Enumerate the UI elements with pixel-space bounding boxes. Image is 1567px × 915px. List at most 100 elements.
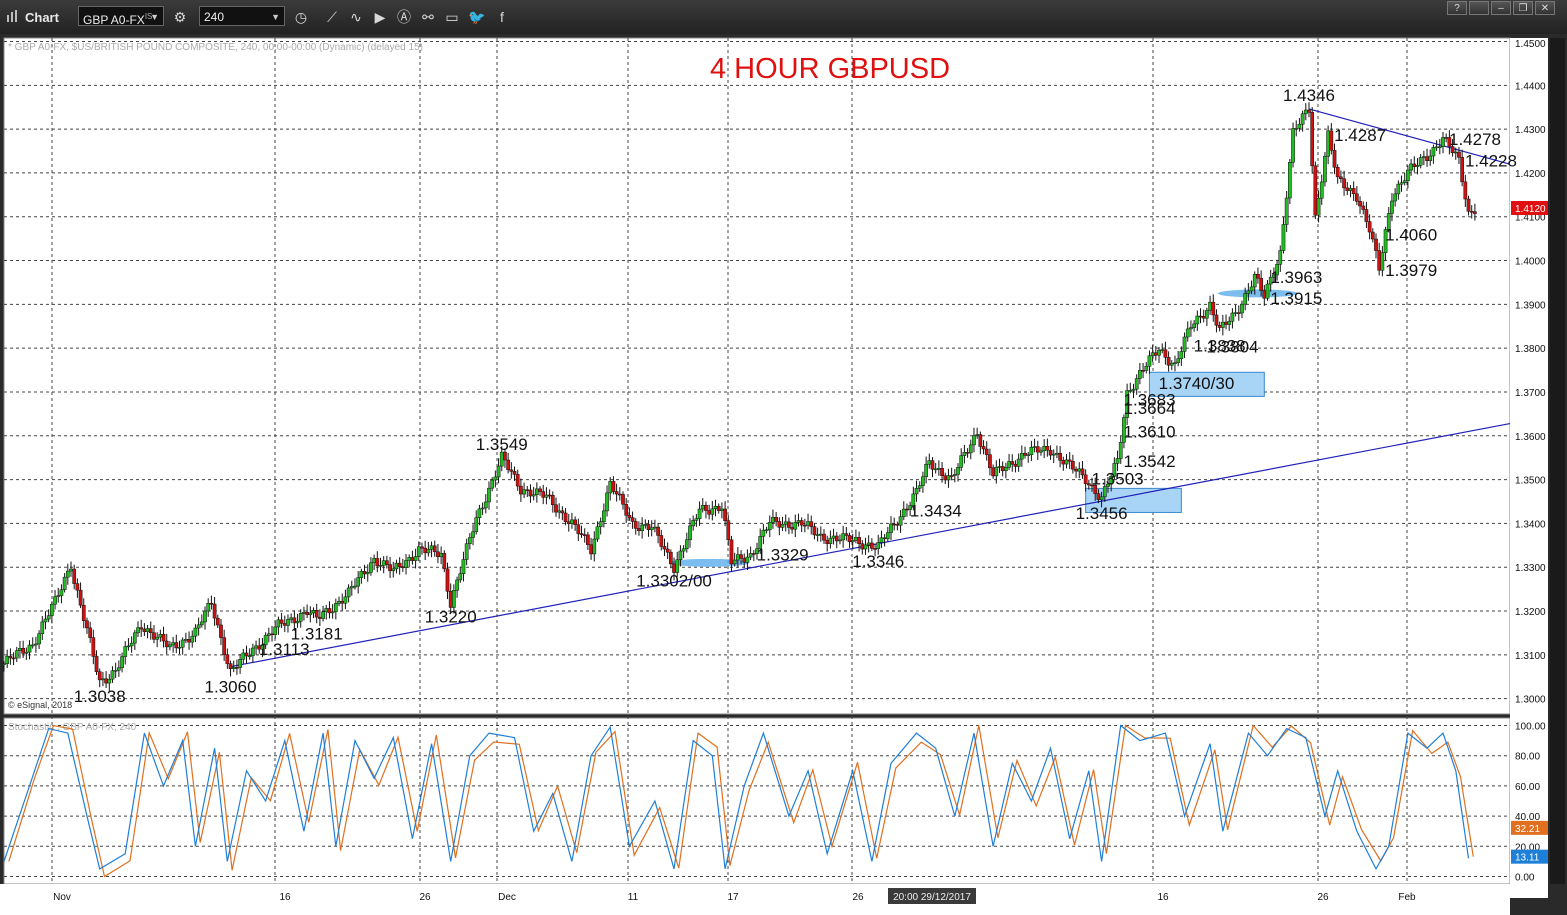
price-annotation: 1.4287: [1334, 126, 1386, 145]
candle-body: [665, 548, 670, 553]
candle-body: [739, 554, 743, 559]
candle-body: [962, 452, 967, 456]
candle-body: [1422, 156, 1426, 158]
y-tick-label: 1.3900: [1515, 300, 1546, 311]
candle-body: [943, 475, 948, 481]
candle-body: [866, 542, 871, 546]
play-icon[interactable]: ▶: [370, 7, 390, 27]
x-crosshair-tooltip: 20:00 29/12/2017: [893, 892, 971, 903]
clock-icon[interactable]: ◷: [291, 7, 311, 27]
candle-body: [136, 627, 140, 634]
candle-body: [1364, 209, 1369, 222]
candle-body: [1469, 211, 1474, 213]
candle-body: [282, 623, 287, 626]
blank-button[interactable]: [1469, 1, 1489, 15]
candle-body: [215, 617, 220, 626]
link-icon[interactable]: ⚯: [418, 7, 438, 27]
candle-body: [707, 510, 711, 515]
minimize-button[interactable]: –: [1491, 1, 1511, 15]
candle-body: [448, 591, 453, 608]
candle-body: [777, 521, 782, 528]
alert-icon[interactable]: Ⓐ: [394, 7, 414, 27]
draw-line-icon[interactable]: ⟋: [322, 7, 342, 27]
candle-body: [333, 603, 338, 613]
y-tick-label: 1.3100: [1515, 651, 1546, 662]
candle-body: [838, 539, 842, 542]
candle-body: [59, 589, 64, 596]
candle-body: [324, 608, 329, 613]
help-button[interactable]: ?: [1447, 1, 1467, 15]
candle-body: [1201, 316, 1206, 319]
interval-select[interactable]: 240 ▼: [199, 6, 285, 26]
candle-body: [1189, 327, 1193, 330]
close-button[interactable]: ✕: [1535, 1, 1555, 15]
candle-body: [429, 545, 434, 550]
candle-body: [1460, 157, 1464, 183]
candle-body: [1007, 461, 1011, 468]
chevron-down-icon[interactable]: ▼: [150, 7, 159, 27]
candle-body: [1077, 468, 1082, 472]
candle-body: [534, 488, 539, 496]
candle-body: [975, 434, 980, 436]
candle-body: [158, 634, 163, 638]
candle-body: [643, 524, 648, 526]
candle-body: [180, 639, 185, 648]
candle-body: [8, 655, 13, 659]
candle-body: [1300, 113, 1305, 125]
squiggle-icon[interactable]: ∿: [346, 7, 366, 27]
stochastic-tick-label: 80.00: [1515, 752, 1540, 763]
candle-body: [761, 529, 766, 537]
candle-body: [681, 548, 686, 552]
twitter-icon[interactable]: 🐦: [467, 7, 487, 27]
candle-body: [624, 504, 629, 516]
x-tick-label: 26: [852, 892, 864, 903]
candle-body: [1026, 454, 1031, 456]
candle-body: [573, 519, 577, 525]
candle-body: [1134, 378, 1139, 390]
x-tick-label: 11: [628, 892, 639, 903]
candle-body: [1217, 324, 1222, 328]
candle-body: [771, 517, 775, 523]
candle-body: [455, 579, 459, 591]
candle-body: [1227, 320, 1232, 325]
candle-body: [1205, 310, 1209, 319]
candle-body: [994, 467, 999, 477]
restore-button[interactable]: ❐: [1513, 1, 1533, 15]
candle-body: [946, 475, 951, 481]
candle-body: [822, 533, 826, 541]
candle-body: [1291, 128, 1295, 163]
candle-body: [199, 621, 204, 626]
candle-body: [1287, 162, 1292, 199]
candle-body: [924, 463, 928, 477]
comment-icon[interactable]: ▭: [442, 7, 462, 27]
candle-body: [480, 507, 485, 510]
x-tick-label: 16: [1157, 892, 1169, 903]
chevron-down-icon[interactable]: ▼: [271, 7, 280, 27]
candle-body: [273, 626, 278, 635]
candle-body: [885, 532, 890, 540]
candle-body: [14, 650, 19, 659]
candle-body: [742, 558, 747, 563]
candle-body: [30, 644, 35, 647]
candle-body: [372, 558, 376, 564]
candle-body: [736, 554, 740, 561]
candle-body: [487, 487, 491, 503]
candle-body: [400, 566, 405, 568]
candle-body: [1058, 452, 1062, 461]
facebook-icon[interactable]: f: [492, 7, 512, 27]
candle-body: [895, 524, 900, 526]
candle-body: [1396, 183, 1401, 195]
settings-icon[interactable]: ⚙: [170, 7, 190, 27]
y-tick-label: 1.4400: [1515, 81, 1546, 92]
candle-body: [512, 471, 517, 475]
candle-body: [97, 671, 102, 681]
candle-body: [1176, 358, 1181, 363]
candle-body: [1246, 290, 1251, 294]
candle-body: [65, 570, 70, 578]
symbol-input[interactable]: GBP A0-FXIS ▼: [78, 6, 164, 27]
candle-body: [496, 465, 501, 478]
candle-body: [898, 516, 903, 526]
candle-body: [1297, 124, 1302, 129]
candle-body: [397, 562, 402, 567]
candle-body: [152, 632, 156, 640]
